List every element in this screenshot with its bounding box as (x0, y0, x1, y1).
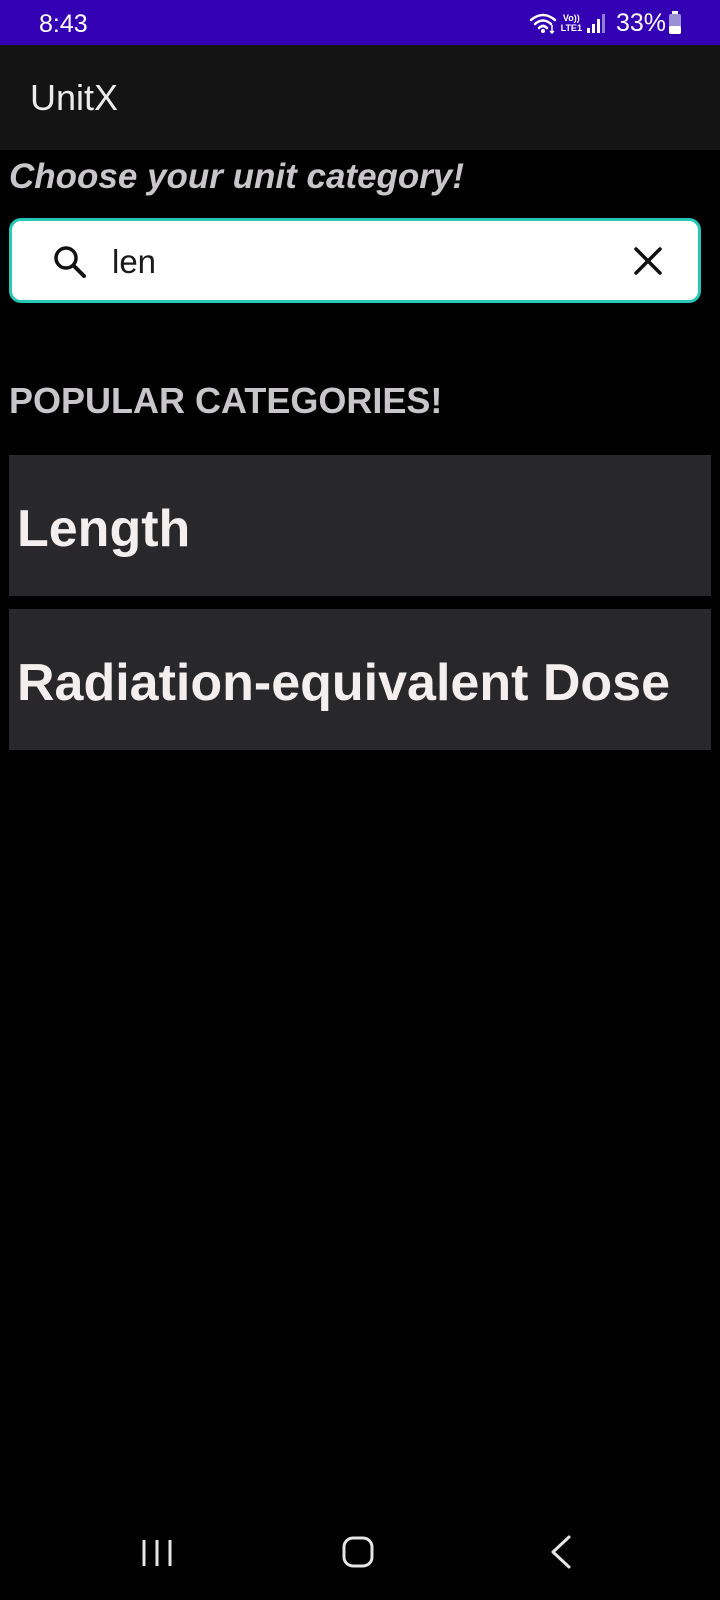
status-bar: 8:43 Vo)) LTE1 33% (0, 0, 720, 45)
status-icons: Vo)) LTE1 33% (529, 8, 682, 38)
wifi-icon (529, 13, 556, 34)
page-subtitle: Choose your unit category! (9, 157, 465, 196)
battery-icon (669, 11, 681, 34)
battery-percentage: 33% (615, 9, 666, 37)
search-icon (54, 246, 86, 278)
volte-label: Vo)) (562, 13, 580, 23)
category-card-radiation-equivalent-dose[interactable]: Radiation-equivalent Dose (9, 609, 711, 750)
signal-bars-icon (586, 14, 605, 33)
search-bar[interactable] (9, 218, 701, 303)
app-bar: UnitX (0, 45, 720, 150)
recents-icon[interactable] (138, 1536, 176, 1570)
search-input[interactable] (112, 239, 612, 285)
system-navigation-bar (0, 1510, 720, 1600)
home-icon[interactable] (340, 1534, 376, 1570)
category-label: Radiation-equivalent Dose (17, 654, 670, 712)
app-title: UnitX (30, 77, 119, 118)
section-heading: POPULAR CATEGORIES! (9, 380, 443, 421)
close-icon[interactable] (632, 245, 664, 277)
category-label: Length (17, 500, 191, 558)
network-type-indicator: Vo)) LTE1 (561, 13, 582, 33)
category-card-length[interactable]: Length (9, 455, 711, 596)
status-time: 8:43 (39, 10, 88, 38)
back-icon[interactable] (549, 1534, 573, 1570)
lte-label: LTE1 (560, 23, 582, 33)
